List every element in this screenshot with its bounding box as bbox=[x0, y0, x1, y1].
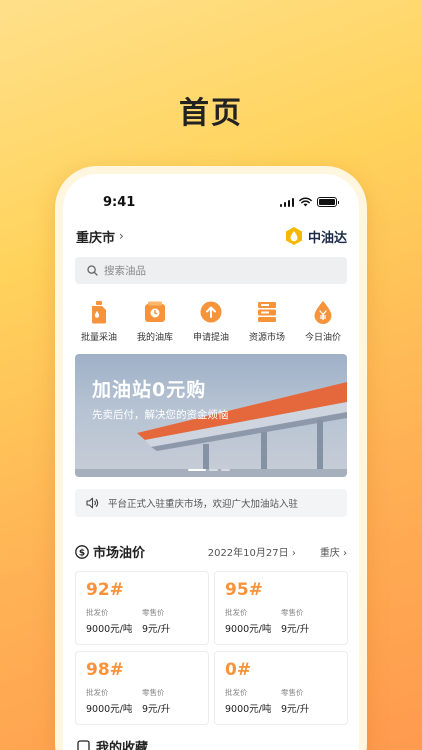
price-drop-icon bbox=[314, 301, 332, 324]
region-label: 重庆 bbox=[319, 548, 340, 559]
brand-name: 中油达 bbox=[307, 230, 347, 246]
wholesale-price: 9000元/吨 bbox=[86, 704, 133, 715]
favorites-icon bbox=[77, 740, 90, 750]
banner-subtitle: 先卖后付，解决您的资金烦恼 bbox=[92, 409, 229, 421]
retail-label: 零售价 bbox=[281, 688, 304, 697]
phone-frame: 9:41 重庆市 › 中油达 搜索油品 批量采油 我的油库 申请提油 资源市场 … bbox=[55, 166, 367, 750]
price-grid: 92# 批发价 9000元/吨 零售价 9元/升 95# 批发价 9000元/吨 零售… bbox=[63, 561, 359, 725]
promo-banner[interactable]: 加油站0元购 先卖后付，解决您的资金烦恼 bbox=[75, 354, 347, 477]
notice-text: 平台正式入驻重庆市场，欢迎广大加油站入驻 bbox=[108, 499, 299, 510]
brand-hexagon-icon bbox=[285, 227, 302, 245]
app-screen: 9:41 重庆市 › 中油达 搜索油品 批量采油 我的油库 申请提油 资源市场 … bbox=[63, 174, 359, 750]
retail-label: 零售价 bbox=[142, 688, 165, 697]
pagination-dot bbox=[221, 469, 230, 471]
quick-action-label: 申请提油 bbox=[192, 333, 229, 343]
market-price-header: $ 市场油价 2022年10月27日 › 重庆 › bbox=[63, 517, 359, 561]
pagination-dot bbox=[209, 469, 218, 471]
retail-label: 零售价 bbox=[142, 608, 165, 617]
wholesale-price: 9000元/吨 bbox=[86, 624, 133, 635]
chevron-right-icon: › bbox=[343, 548, 347, 559]
price-card-0[interactable]: 0# 批发价 9000元/吨 零售价 9元/升 bbox=[214, 651, 348, 725]
price-card-98[interactable]: 98# 批发价 9000元/吨 零售价 9元/升 bbox=[75, 651, 209, 725]
status-icons bbox=[279, 197, 339, 207]
wholesale-price: 9000元/吨 bbox=[225, 704, 272, 715]
fuel-grade: 95# bbox=[225, 580, 263, 600]
svg-text:$: $ bbox=[79, 548, 85, 558]
quick-action-label: 我的油库 bbox=[136, 333, 173, 343]
price-card-92[interactable]: 92# 批发价 9000元/吨 零售价 9元/升 bbox=[75, 571, 209, 645]
speaker-icon bbox=[86, 497, 99, 509]
storage-rack-icon bbox=[258, 302, 276, 322]
wholesale-price: 9000元/吨 bbox=[225, 624, 272, 635]
fuel-grade: 0# bbox=[225, 660, 252, 680]
price-card-95[interactable]: 95# 批发价 9000元/吨 零售价 9元/升 bbox=[214, 571, 348, 645]
wholesale-label: 批发价 bbox=[225, 688, 248, 697]
favorites-section-header: 我的收藏 bbox=[63, 725, 359, 750]
retail-price: 9元/升 bbox=[142, 624, 171, 635]
brand-logo: 中油达 bbox=[284, 226, 347, 246]
retail-price: 9元/升 bbox=[281, 704, 310, 715]
quick-action-label: 批量采油 bbox=[80, 333, 117, 343]
battery-icon bbox=[317, 197, 339, 207]
notice-bar[interactable]: 平台正式入驻重庆市场，欢迎广大加油站入驻 bbox=[75, 489, 347, 517]
quick-action-todays-price[interactable]: 今日油价 bbox=[295, 300, 351, 343]
market-title-label: 市场油价 bbox=[93, 546, 146, 561]
search-input[interactable]: 搜索油品 bbox=[75, 257, 347, 284]
quick-action-label: 资源市场 bbox=[248, 333, 285, 343]
retail-label: 零售价 bbox=[281, 608, 304, 617]
pagination-dot bbox=[188, 469, 206, 471]
region-selector[interactable]: 重庆 › bbox=[320, 544, 347, 559]
fuel-grade: 98# bbox=[86, 660, 124, 680]
search-placeholder: 搜索油品 bbox=[104, 265, 146, 277]
promo-title: 首页 bbox=[179, 96, 243, 131]
wholesale-label: 批发价 bbox=[86, 688, 109, 697]
status-bar: 9:41 bbox=[63, 174, 359, 220]
chevron-right-icon: › bbox=[291, 548, 296, 559]
banner-pagination bbox=[188, 469, 230, 471]
city-label: 重庆市 bbox=[76, 230, 116, 246]
date-label: 2022年10月27日 bbox=[207, 548, 289, 559]
chevron-right-icon: › bbox=[119, 229, 124, 243]
quick-action-bulk-purchase[interactable]: 批量采油 bbox=[71, 300, 127, 343]
dollar-circle-icon: $ bbox=[75, 544, 89, 559]
wholesale-label: 批发价 bbox=[86, 608, 109, 617]
market-filters: 2022年10月27日 › 重庆 › bbox=[208, 544, 347, 559]
wifi-icon bbox=[299, 197, 312, 207]
quick-action-request-pickup[interactable]: 申请提油 bbox=[183, 300, 239, 343]
market-title: $ 市场油价 bbox=[75, 542, 145, 561]
cellular-signal-icon bbox=[279, 197, 294, 207]
date-selector[interactable]: 2022年10月27日 › bbox=[208, 544, 296, 559]
quick-action-label: 今日油价 bbox=[304, 333, 341, 343]
depot-icon bbox=[145, 301, 165, 322]
retail-price: 9元/升 bbox=[281, 624, 310, 635]
city-selector[interactable]: 重庆市 › bbox=[76, 227, 124, 246]
status-time: 9:41 bbox=[103, 194, 136, 210]
search-icon bbox=[87, 265, 98, 276]
fuel-grade: 92# bbox=[86, 580, 124, 600]
quick-action-resource-market[interactable]: 资源市场 bbox=[239, 300, 295, 343]
upload-arrow-icon bbox=[200, 301, 222, 323]
quick-action-my-depot[interactable]: 我的油库 bbox=[127, 300, 183, 343]
quick-actions: 批量采油 我的油库 申请提油 资源市场 今日油价 bbox=[63, 284, 359, 343]
wholesale-label: 批发价 bbox=[225, 608, 248, 617]
oil-can-icon bbox=[92, 301, 106, 324]
banner-title: 加油站0元购 bbox=[92, 379, 207, 401]
retail-price: 9元/升 bbox=[142, 704, 171, 715]
top-bar: 重庆市 › 中油达 bbox=[63, 220, 359, 248]
favorites-title: 我的收藏 bbox=[96, 741, 149, 750]
